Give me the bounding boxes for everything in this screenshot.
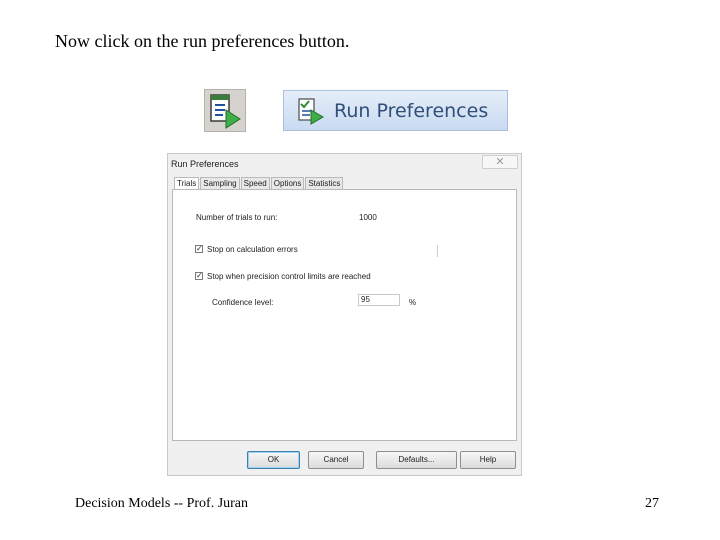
trials-input[interactable]: 1000: [359, 213, 377, 222]
slide-title: Now click on the run preferences button.: [55, 31, 350, 51]
run-preferences-ribbon-button[interactable]: Run Preferences: [283, 90, 508, 131]
dialog-title: Run Preferences: [171, 159, 239, 169]
stop-precision-label: Stop when precision control limits are r…: [207, 272, 371, 281]
page-number: 27: [645, 496, 659, 511]
trials-label: Number of trials to run:: [196, 213, 278, 222]
close-icon[interactable]: ✕: [482, 155, 518, 169]
confidence-input[interactable]: 95: [358, 294, 400, 306]
run-preferences-dialog: Run Preferences ✕ Trials Sampling Speed …: [167, 153, 522, 476]
help-button[interactable]: Help: [460, 451, 516, 469]
footer-text: Decision Models -- Prof. Juran: [75, 496, 249, 511]
trials-tab-panel: Number of trials to run: 1000 ✓ Stop on …: [172, 189, 517, 441]
run-preferences-icon: [210, 94, 241, 129]
trials-input-border: [437, 245, 438, 257]
cancel-button[interactable]: Cancel: [308, 451, 364, 469]
confidence-unit: %: [409, 298, 417, 307]
ok-button[interactable]: OK: [247, 451, 300, 469]
run-preferences-small-button[interactable]: [204, 89, 246, 132]
run-preferences-icon: [298, 97, 324, 125]
stop-errors-checkbox[interactable]: ✓: [195, 245, 203, 253]
confidence-label: Confidence level:: [212, 298, 274, 307]
ribbon-button-label: Run Preferences: [334, 99, 489, 122]
stop-precision-checkbox[interactable]: ✓: [195, 272, 203, 280]
stop-errors-label: Stop on calculation errors: [207, 245, 298, 254]
defaults-button[interactable]: Defaults...: [376, 451, 457, 469]
